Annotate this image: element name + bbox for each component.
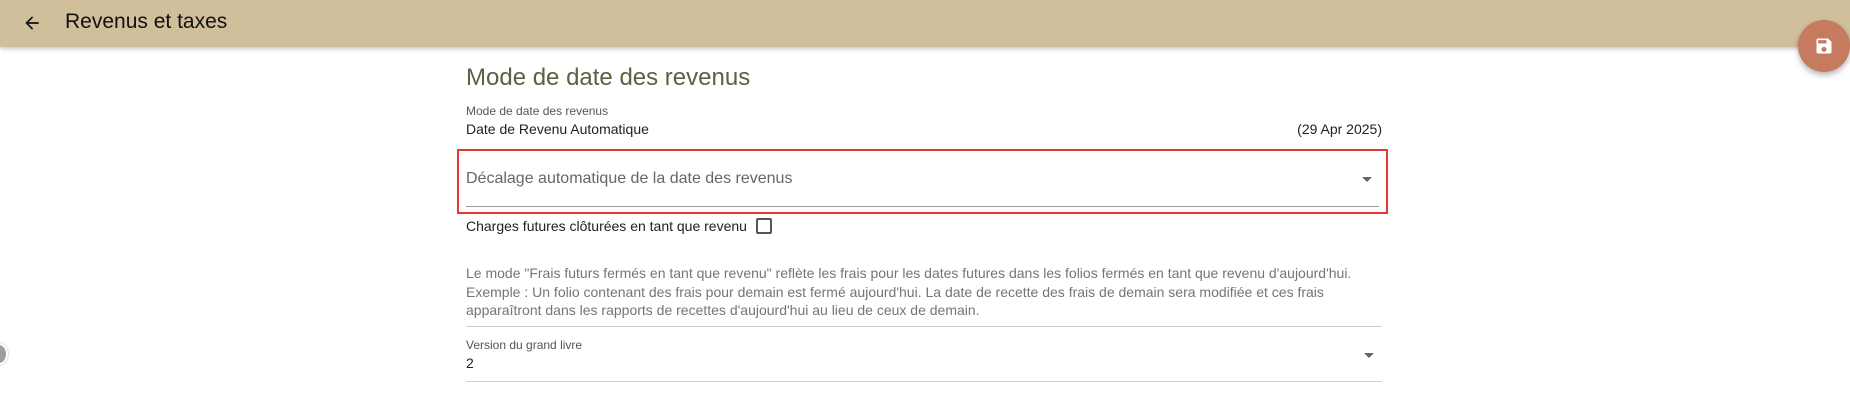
side-drawer-handle[interactable] [0, 343, 8, 365]
ledger-version-value: 2 [466, 355, 474, 371]
arrow-left-icon [25, 16, 39, 30]
ledger-version-select[interactable]: Version du grand livre 2 [466, 336, 1382, 382]
future-charges-label: Charges futures clôturées en tant que re… [466, 218, 747, 234]
floppy-disk-save-icon [1816, 38, 1832, 54]
ledger-version-label: Version du grand livre [466, 338, 583, 352]
future-charges-checkbox[interactable] [755, 218, 772, 234]
chevron-down-icon [1362, 177, 1372, 182]
select-underline [466, 206, 1379, 207]
revenue-date-mode-label: Mode de date des revenus [466, 104, 609, 118]
future-charges-help-text: Le mode "Frais futurs fermés en tant que… [466, 264, 1386, 320]
chevron-down-icon [1364, 353, 1374, 358]
back-button[interactable] [14, 5, 50, 41]
future-charges-row: Charges futures clôturées en tant que re… [466, 216, 772, 236]
help-divider [466, 326, 1382, 327]
help-line-2: Exemple : Un folio contenant des frais p… [466, 283, 1324, 300]
revenue-date-offset-select[interactable]: Décalage automatique de la date des reve… [457, 149, 1388, 214]
save-button[interactable] [1798, 20, 1850, 72]
page-title: Revenus et taxes [65, 10, 228, 33]
ledger-version-underline [466, 381, 1382, 382]
help-line-1: Le mode "Frais futurs fermés en tant que… [466, 265, 1352, 281]
revenue-date-offset-placeholder: Décalage automatique de la date des reve… [466, 170, 793, 187]
revenue-date-display: (29 Apr 2025) [1297, 121, 1382, 137]
revenue-date-mode-value: Date de Revenu Automatique [466, 121, 649, 137]
help-line-3: apparaîtront dans les rapports de recett… [466, 302, 980, 318]
section-title: Mode de date des revenus [466, 64, 751, 91]
app-bar: Revenus et taxes [0, 0, 1850, 47]
